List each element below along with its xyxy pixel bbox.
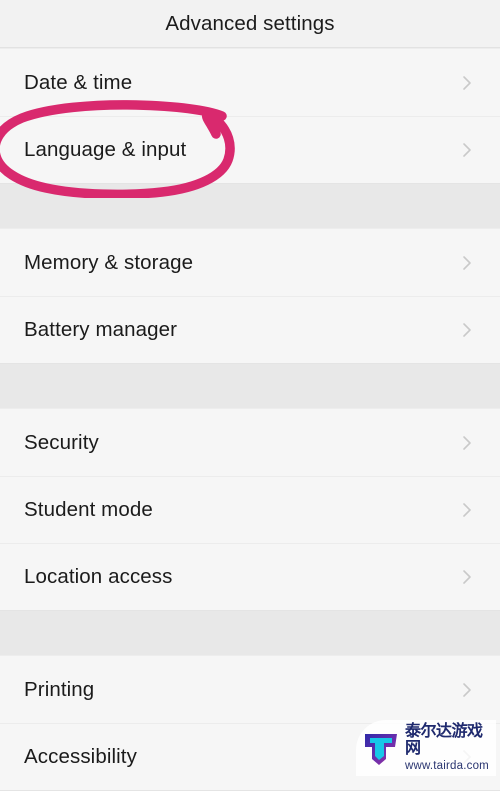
chevron-right-icon [458,501,476,519]
settings-row-accessibility[interactable]: Accessibility [0,723,500,790]
chevron-right-icon [458,434,476,452]
settings-list: Date & time Language & input Memory & stor… [0,48,500,791]
settings-row-battery-manager[interactable]: Battery manager [0,296,500,363]
settings-group: Date & time Language & input [0,48,500,184]
chevron-right-icon [458,568,476,586]
settings-group: Printing Accessibility [0,655,500,791]
settings-row-label: Security [24,430,99,454]
settings-row-date-time[interactable]: Date & time [0,49,500,116]
chevron-right-icon [458,141,476,159]
settings-row-label: Location access [24,565,173,588]
settings-row-student-mode[interactable]: Student mode [0,476,500,543]
chevron-right-icon [458,681,476,699]
settings-row-memory-storage[interactable]: Memory & storage [0,229,500,296]
settings-row-label: Printing [24,677,95,701]
settings-row-location-access[interactable]: Location access [0,543,500,610]
settings-row-security[interactable]: Security [0,409,500,476]
settings-group: Memory & storage Battery manager [0,228,500,364]
chevron-right-icon [458,74,476,92]
settings-group: Security Student mode Location access [0,408,500,611]
chevron-right-icon [458,748,476,766]
settings-row-printing[interactable]: Printing [0,656,500,723]
settings-row-label: Date & time [24,70,133,94]
settings-screen: Advanced settings Date & time Language & … [0,0,500,791]
chevron-right-icon [458,321,476,339]
settings-group-divider [0,364,500,408]
settings-group-divider [0,611,500,655]
settings-row-label: Memory & storage [24,250,194,274]
app-header: Advanced settings [0,0,500,48]
settings-row-label: Accessibility [24,745,137,768]
settings-row-label: Student mode [24,498,153,521]
settings-row-label: Language & input [24,138,187,161]
page-title: Advanced settings [165,11,335,35]
settings-group-divider [0,184,500,228]
settings-row-label: Battery manager [24,318,178,341]
settings-row-language-input[interactable]: Language & input [0,116,500,183]
chevron-right-icon [458,254,476,272]
